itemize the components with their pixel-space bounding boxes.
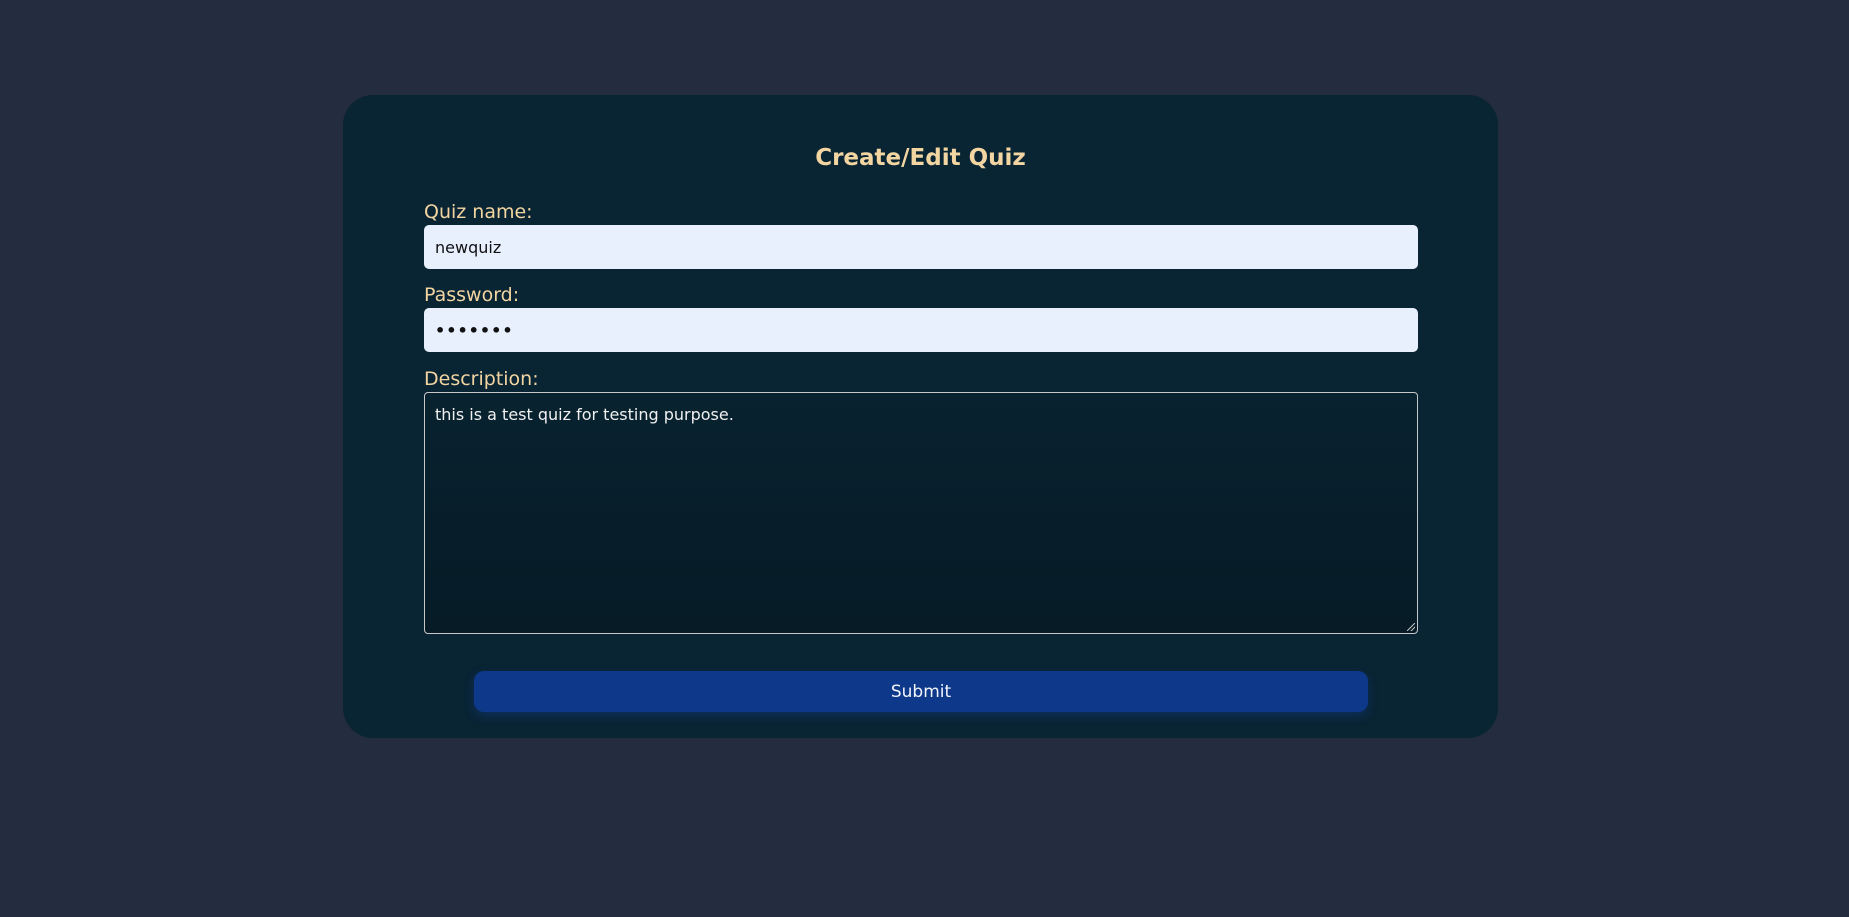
quiz-form-card: Create/Edit Quiz Quiz name: newquiz Pass…	[343, 95, 1498, 738]
form-title: Create/Edit Quiz	[815, 145, 1026, 171]
quiz-name-value: newquiz	[435, 237, 502, 257]
description-textarea[interactable]: this is a test quiz for testing purpose.	[424, 392, 1418, 634]
password-label: Password:	[424, 284, 520, 306]
resize-grip-icon[interactable]	[1407, 623, 1415, 631]
quiz-name-label: Quiz name:	[424, 201, 533, 223]
description-value: this is a test quiz for testing purpose.	[435, 405, 734, 424]
quiz-name-input[interactable]: newquiz	[424, 225, 1418, 269]
password-masked-value: •••••••	[435, 320, 514, 340]
password-input[interactable]: •••••••	[424, 308, 1418, 352]
submit-button[interactable]: Submit	[474, 671, 1368, 712]
submit-button-label: Submit	[890, 681, 952, 702]
description-label: Description:	[424, 368, 539, 390]
